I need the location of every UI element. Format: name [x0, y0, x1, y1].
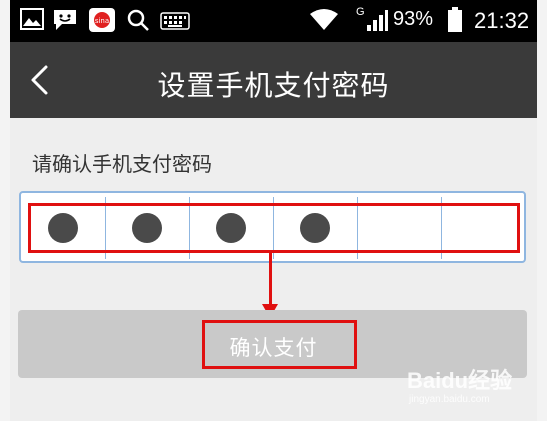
frame-right-edge	[537, 0, 547, 421]
message-icon	[54, 10, 76, 30]
signal-icon	[367, 10, 388, 31]
watermark-sub: jingyan.baidu.com	[409, 394, 490, 405]
watermark-text: Baidu经验	[407, 368, 513, 393]
clock-time: 21:32	[474, 8, 530, 33]
pin-highlight-annotation	[28, 203, 520, 253]
search-icon	[127, 9, 149, 31]
sina-icon: sina	[89, 8, 115, 32]
page-title: 设置手机支付密码	[157, 69, 390, 102]
status-bar: sina G 93% 21:32	[10, 0, 537, 42]
title-bar: 设置手机支付密码	[10, 42, 537, 118]
confirm-pin-prompt: 请确认手机支付密码	[32, 152, 212, 176]
frame-left-edge	[0, 0, 10, 421]
svg-text:sina: sina	[95, 17, 109, 25]
screenshot-frame: sina G 93% 21:32 设置手机支付密码 请确认手机支付密码 确认支付…	[0, 0, 547, 421]
network-type-label: G	[356, 6, 365, 18]
battery-percent: 93%	[393, 8, 434, 30]
keyboard-icon	[160, 12, 190, 30]
content-area: 请确认手机支付密码 确认支付 Baidu经验 jingyan.baidu.com	[10, 118, 537, 421]
gallery-icon	[20, 8, 44, 30]
watermark: Baidu经验 jingyan.baidu.com	[407, 363, 515, 405]
battery-icon	[448, 7, 462, 32]
wifi-icon	[310, 9, 338, 30]
confirm-payment-label: 确认支付	[229, 336, 318, 360]
